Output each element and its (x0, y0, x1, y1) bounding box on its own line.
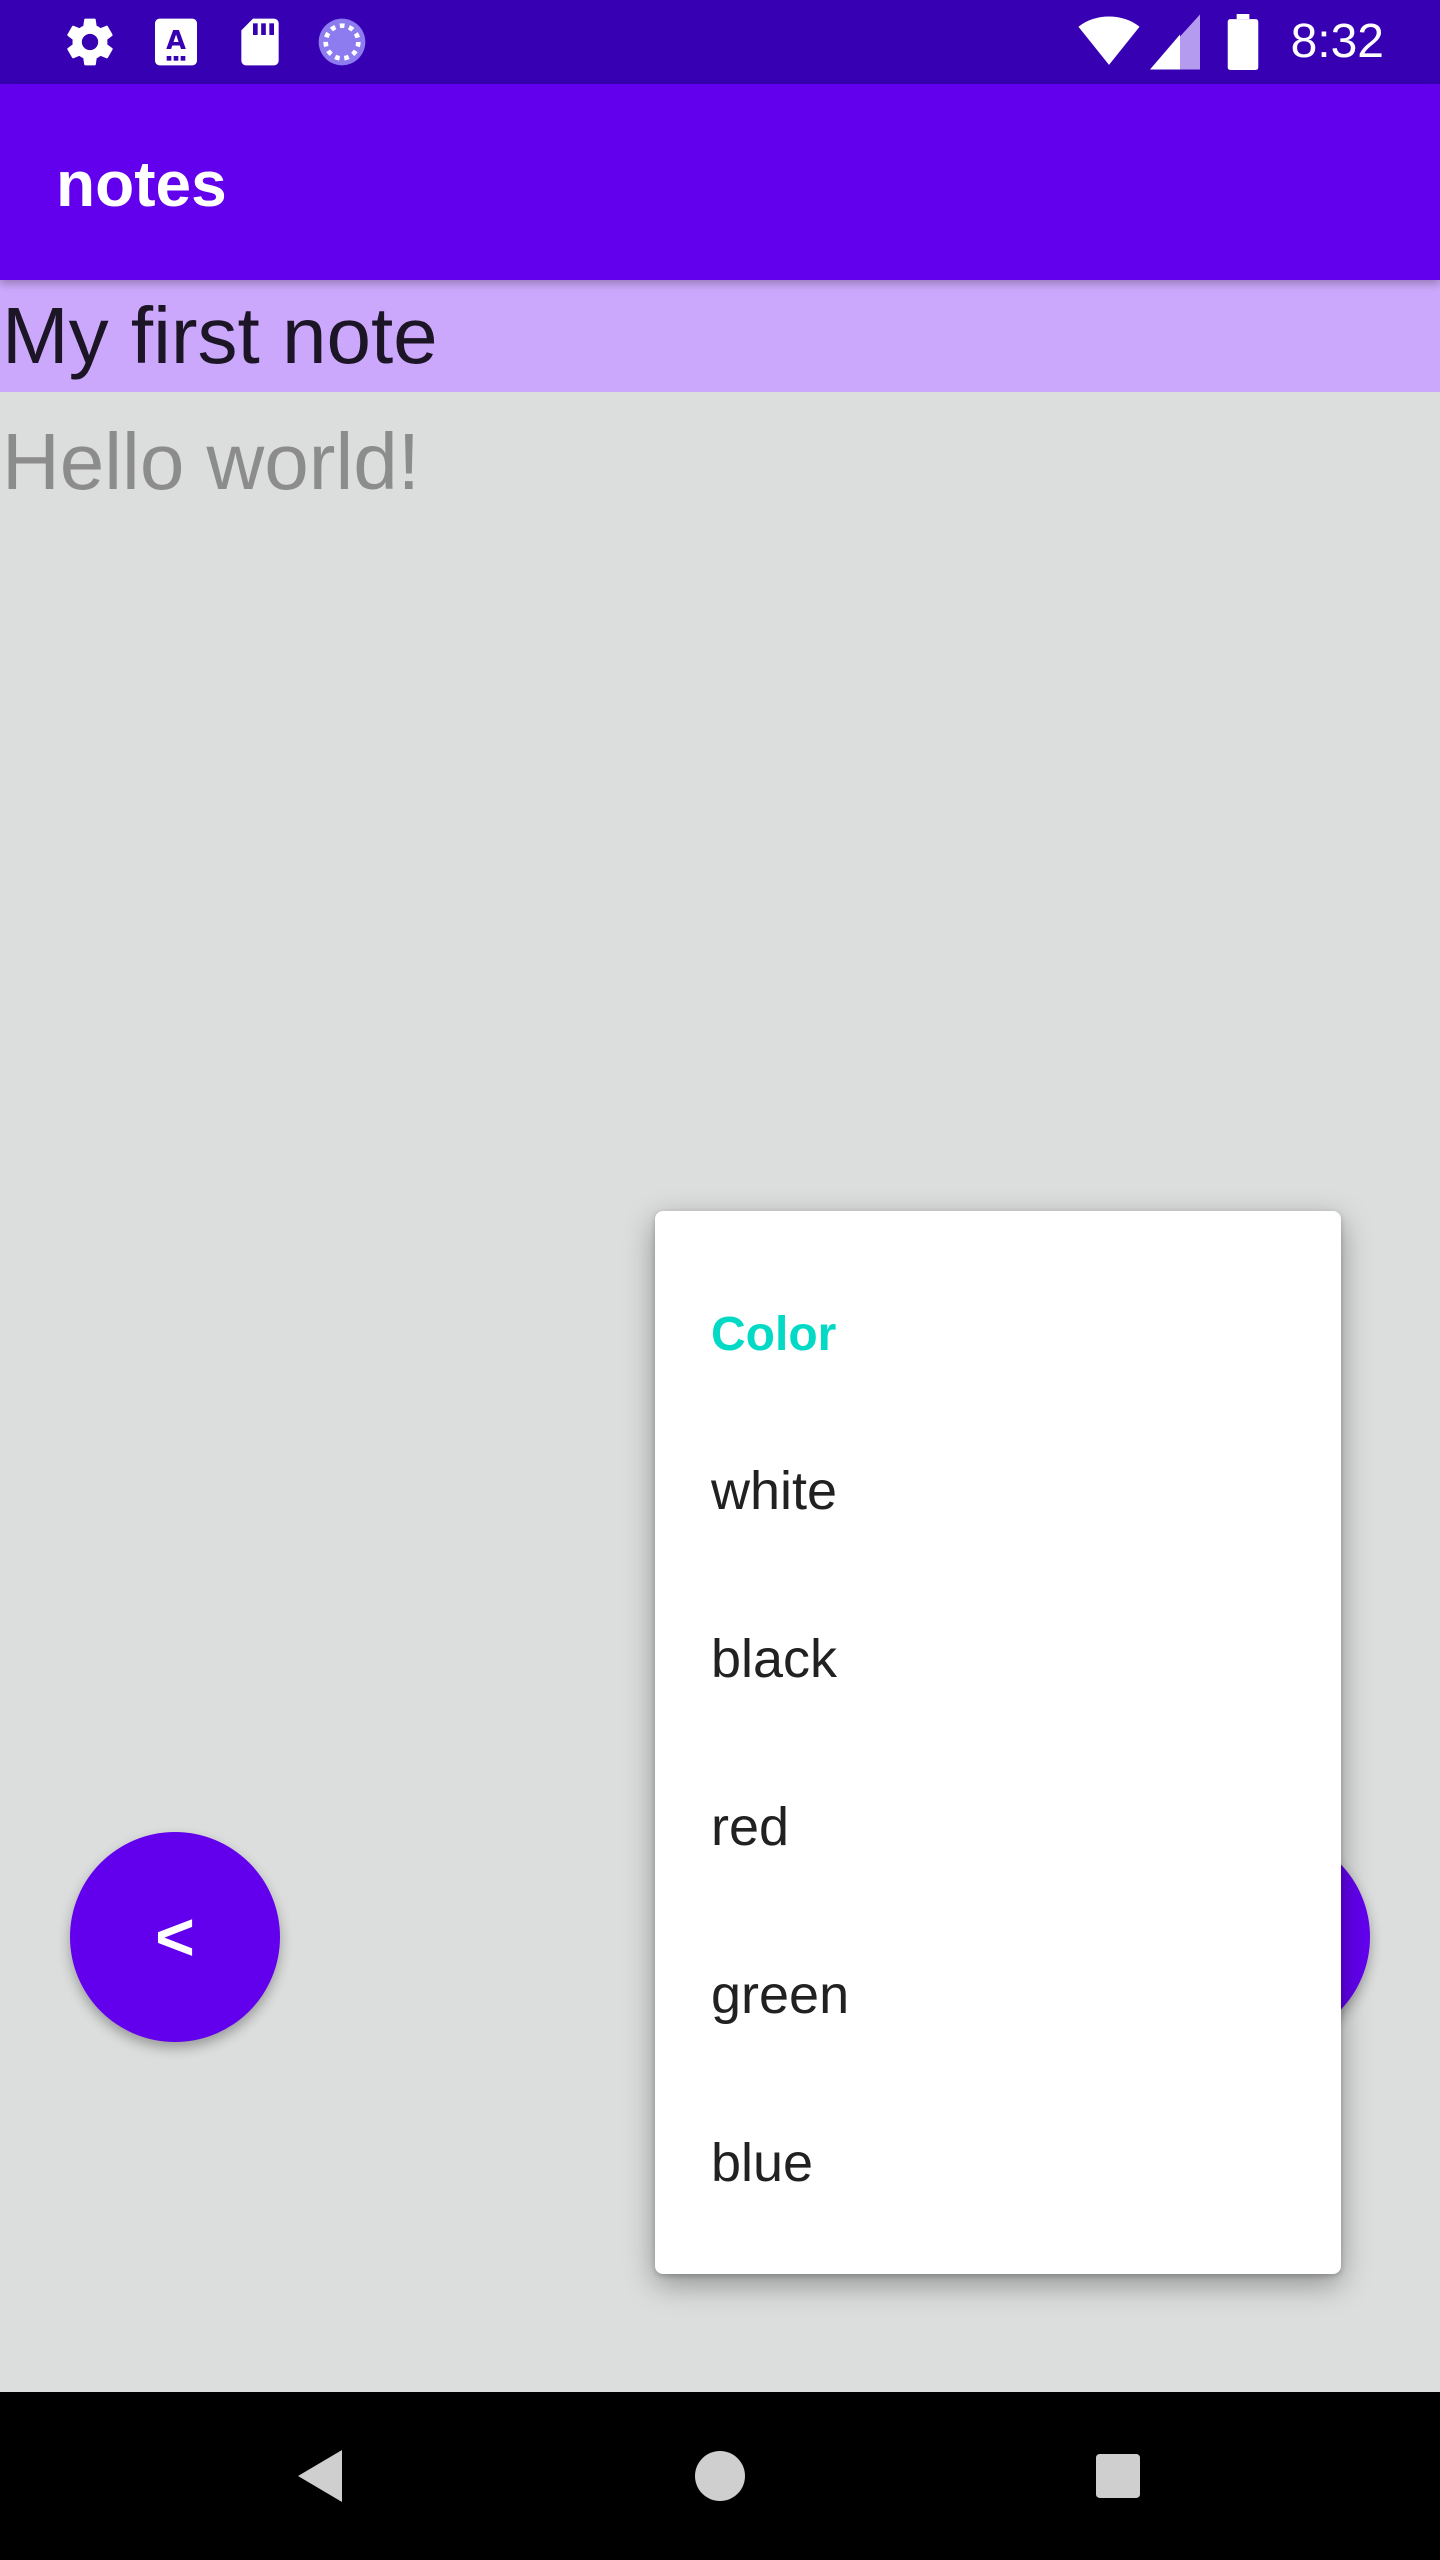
wifi-icon (1078, 14, 1140, 75)
battery-icon (1226, 14, 1260, 75)
menu-item-white[interactable]: white (655, 1407, 1341, 1575)
app-bar: notes (0, 84, 1440, 280)
note-title-field[interactable]: My first note (0, 280, 1440, 392)
color-popup-menu: Color white black red green blue (655, 1211, 1341, 2274)
menu-item-blue[interactable]: blue (655, 2079, 1341, 2247)
menu-header-color: Color (711, 1308, 837, 1361)
svg-text:A: A (166, 26, 186, 56)
home-circle-icon[interactable] (680, 2436, 760, 2516)
sd-card-icon (232, 14, 288, 75)
menu-item-black[interactable]: black (655, 1575, 1341, 1743)
note-body-field[interactable]: Hello world! (0, 412, 1440, 512)
status-bar: A 8:32 (0, 0, 1440, 84)
keyboard-a-icon: A (148, 14, 204, 75)
sync-spinner-icon (314, 14, 370, 75)
menu-item-red[interactable]: red (655, 1743, 1341, 1911)
signal-icon (1150, 14, 1200, 75)
back-fab-label: < (155, 1899, 195, 1975)
menu-item-green[interactable]: green (655, 1911, 1341, 2079)
back-triangle-icon[interactable] (282, 2436, 362, 2516)
system-nav-bar (0, 2392, 1440, 2560)
settings-icon (62, 14, 118, 75)
back-fab-button[interactable]: < (70, 1832, 280, 2042)
clock: 8:32 (1290, 15, 1384, 68)
recents-square-icon[interactable] (1078, 2436, 1158, 2516)
app-title: notes (56, 148, 227, 220)
